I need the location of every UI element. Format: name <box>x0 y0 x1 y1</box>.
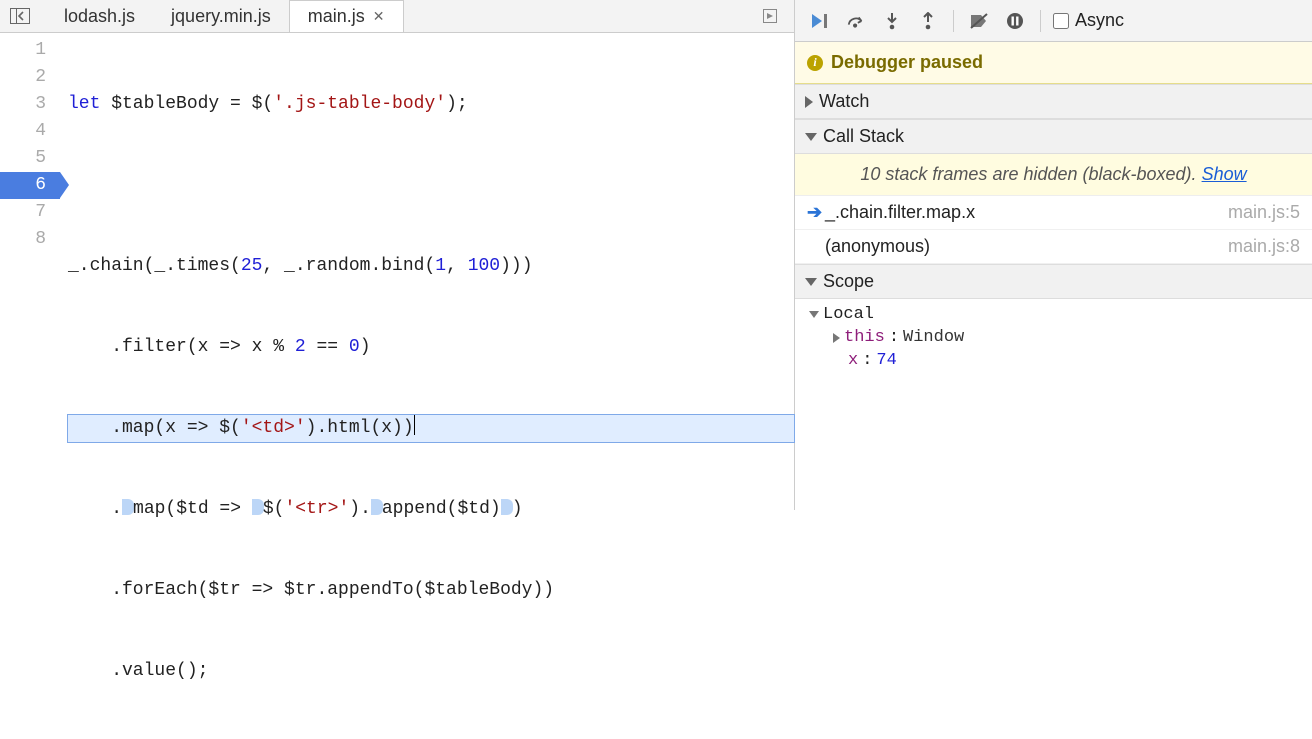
code-text: ) <box>360 337 371 357</box>
line-number[interactable]: 5 <box>0 145 60 172</box>
number-literal: 1 <box>435 256 446 276</box>
callstack-panel-header[interactable]: Call Stack <box>795 119 1312 154</box>
line-number[interactable]: 1 <box>0 37 60 64</box>
frame-name: _.chain.filter.map.x <box>825 202 1228 223</box>
chevron-right-icon <box>833 333 840 343</box>
code-text: ).html(x)) <box>306 418 414 438</box>
tab-bar: lodash.js jquery.min.js main.js ✕ <box>0 0 794 33</box>
frame-location: main.js:8 <box>1228 236 1300 257</box>
scope-var-value: Window <box>903 328 964 347</box>
code-text: , _.random.bind( <box>262 256 435 276</box>
navigator-toggle-button[interactable] <box>4 0 36 32</box>
code-text: ); <box>446 94 468 114</box>
watch-panel-header[interactable]: Watch <box>795 84 1312 119</box>
pause-exceptions-button[interactable] <box>998 5 1032 37</box>
step-into-button[interactable] <box>875 5 909 37</box>
source-editor-panel: lodash.js jquery.min.js main.js ✕ 1 2 3 … <box>0 0 795 510</box>
deactivate-breakpoints-button[interactable] <box>962 5 996 37</box>
scope-variable-row[interactable]: this: Window <box>805 326 1302 349</box>
show-hidden-frames-link[interactable]: Show <box>1202 164 1247 184</box>
call-stack-frame[interactable]: ➔ _.chain.filter.map.x main.js:5 <box>795 196 1312 230</box>
line-number[interactable]: 8 <box>0 226 60 253</box>
code-text: .map(x => $( <box>68 418 241 438</box>
code-text: .forEach($tr => $tr.appendTo($tableBody)… <box>68 580 554 600</box>
number-literal: 25 <box>241 256 263 276</box>
step-out-button[interactable] <box>911 5 945 37</box>
toolbar-separator <box>1040 10 1041 32</box>
hidden-frames-notice: 10 stack frames are hidden (black-boxed)… <box>795 154 1312 196</box>
panel-title: Call Stack <box>823 126 904 147</box>
paused-banner: i Debugger paused <box>795 42 1312 84</box>
string-literal: '.js-table-body' <box>273 94 446 114</box>
current-frame-arrow-icon: ➔ <box>807 202 825 223</box>
tab-lodash[interactable]: lodash.js <box>46 0 153 32</box>
tab-label: jquery.min.js <box>171 6 271 27</box>
code-text: . <box>68 499 122 519</box>
frame-name: (anonymous) <box>825 236 1228 257</box>
close-icon[interactable]: ✕ <box>373 8 385 25</box>
frame-location: main.js:5 <box>1228 202 1300 223</box>
scope-panel-header[interactable]: Scope <box>795 264 1312 299</box>
scope-local-row[interactable]: Local <box>805 303 1302 326</box>
chevron-down-icon <box>809 311 819 318</box>
line-gutter: 1 2 3 4 5 6 7 8 <box>0 33 60 739</box>
code-text: $tableBody = $( <box>100 94 273 114</box>
string-literal: '<td>' <box>241 418 306 438</box>
info-icon: i <box>807 55 823 71</box>
tab-label: main.js <box>308 6 365 27</box>
toolbar-separator <box>953 10 954 32</box>
code-text: ) <box>512 499 523 519</box>
line-number[interactable]: 4 <box>0 118 60 145</box>
code-text: == <box>306 337 349 357</box>
paused-text: Debugger paused <box>831 52 983 73</box>
caret <box>414 415 415 435</box>
scope-local-label: Local <box>823 305 874 324</box>
code-text: ). <box>349 499 371 519</box>
panel-title: Scope <box>823 271 874 292</box>
scope-var-value: 74 <box>876 351 896 370</box>
chevron-down-icon <box>805 278 817 286</box>
line-number[interactable]: 2 <box>0 64 60 91</box>
step-over-button[interactable] <box>839 5 873 37</box>
code-text: .value(); <box>68 661 208 681</box>
code-text: $( <box>263 499 285 519</box>
code-text: _.chain(_.times( <box>68 256 241 276</box>
number-literal: 2 <box>295 337 306 357</box>
line-number[interactable]: 3 <box>0 91 60 118</box>
code-body[interactable]: let $tableBody = $('.js-table-body'); _.… <box>60 33 794 739</box>
code-text: , <box>446 256 468 276</box>
code-text: append($td) <box>382 499 501 519</box>
resume-button[interactable] <box>803 5 837 37</box>
string-literal: '<tr>' <box>284 499 349 519</box>
async-label: Async <box>1075 10 1124 31</box>
keyword: let <box>68 94 100 114</box>
code-text: ))) <box>500 256 532 276</box>
breakpoint-line-number[interactable]: 6 <box>0 172 60 199</box>
show-drawer-button[interactable] <box>754 0 786 32</box>
async-checkbox-input[interactable] <box>1053 13 1069 29</box>
number-literal: 100 <box>468 256 500 276</box>
scope-var-name: this <box>844 328 885 347</box>
code-editor[interactable]: 1 2 3 4 5 6 7 8 let $tableBody = $('.js-… <box>0 33 794 739</box>
debug-toolbar: Async <box>795 0 1312 42</box>
tab-jquery[interactable]: jquery.min.js <box>153 0 289 32</box>
tab-label: lodash.js <box>64 6 135 27</box>
call-stack-frame[interactable]: (anonymous) main.js:8 <box>795 230 1312 264</box>
hidden-frames-text: 10 stack frames are hidden (black-boxed)… <box>860 164 1201 184</box>
number-literal: 0 <box>349 337 360 357</box>
scope-body: Local this: Window x: 74 <box>795 299 1312 382</box>
line-number[interactable]: 7 <box>0 199 60 226</box>
code-text: .filter(x => x % <box>68 337 295 357</box>
debug-panel: Async i Debugger paused Watch Call Stack… <box>795 0 1312 510</box>
chevron-down-icon <box>805 133 817 141</box>
execution-line: .map(x => $('<td>').html(x)) <box>68 415 794 442</box>
scope-variable-row[interactable]: x: 74 <box>805 349 1302 372</box>
tab-main[interactable]: main.js ✕ <box>289 0 404 32</box>
chevron-right-icon <box>805 96 813 108</box>
async-checkbox[interactable]: Async <box>1053 10 1124 31</box>
code-text: map($td => <box>133 499 252 519</box>
panel-title: Watch <box>819 91 869 112</box>
scope-var-name: x <box>848 351 858 370</box>
